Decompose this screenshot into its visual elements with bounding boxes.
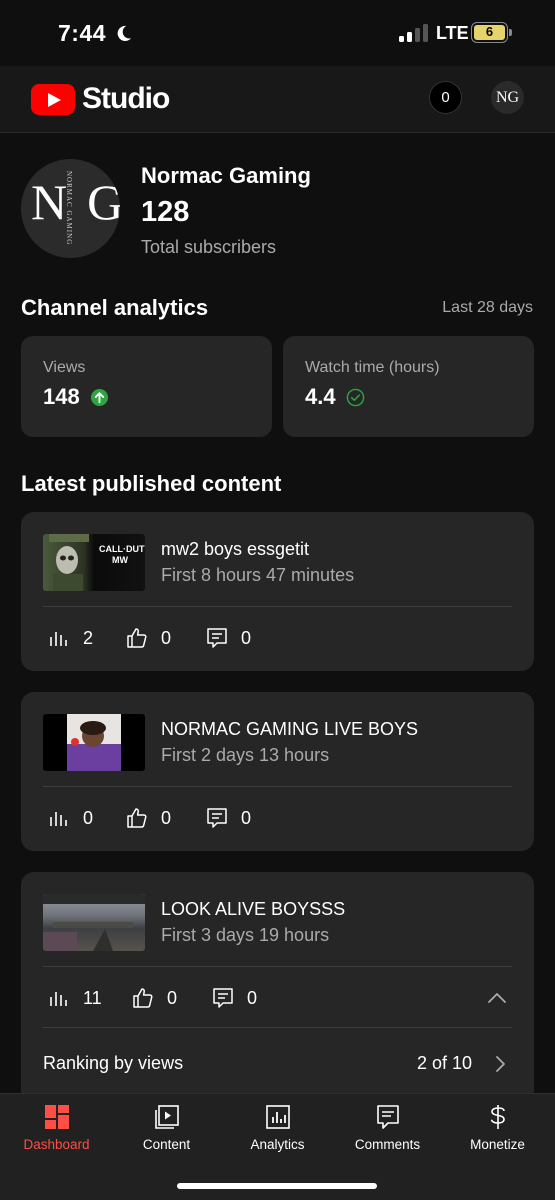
comments-count: 0 [247,987,258,1008]
app-header: Studio 0 NG [0,66,555,133]
app-name: Studio [82,82,170,115]
moon-icon [117,25,132,42]
dashboard-icon [44,1105,69,1129]
chevron-up-icon[interactable] [486,990,508,1006]
nav-analytics[interactable]: Analytics [222,1104,333,1152]
nav-label: Content [142,1137,191,1152]
comment-icon [207,628,227,648]
person-thumbnail-icon [67,714,121,771]
video-subtitle: First 2 days 13 hours [161,745,330,765]
watch-time-label: Watch time (hours) [305,359,440,376]
video-thumbnail[interactable] [43,714,145,771]
comments-count: 0 [241,807,252,828]
video-title: LOOK ALIVE BOYSSS [161,899,346,919]
likes-metric: 0 [125,806,171,830]
likes-count: 0 [167,987,178,1008]
views-count: 0 [83,807,94,828]
check-circle-icon [346,388,364,406]
gameplay-thumbnail-icon [43,894,145,951]
nav-label: Dashboard [23,1137,90,1152]
comments-icon [376,1105,399,1129]
comments-count: 0 [241,627,252,648]
channel-avatar: NG NORMAC GAMING [21,159,120,258]
likes-count: 0 [161,627,172,648]
studio-logo[interactable]: Studio [31,82,170,116]
likes-metric: 0 [131,986,177,1010]
analytics-title: Channel analytics [21,295,209,320]
bar-chart-icon [50,812,67,826]
status-time: 7:44 [58,20,107,46]
avatar-monogram: NG [31,174,120,230]
likes-count: 0 [161,807,172,828]
comment-icon [213,988,233,1008]
chevron-right-icon[interactable] [493,1054,507,1074]
video-thumbnail[interactable] [43,894,145,951]
signal-icon [399,24,428,42]
network-label: LTE [436,23,469,43]
watch-time-card[interactable]: Watch time (hours) 4.4 [283,336,534,437]
thumbs-up-icon [127,628,147,648]
bar-chart-icon [50,632,67,646]
battery-icon: 6 [471,22,508,43]
content-icon [154,1105,179,1129]
video-title: mw2 boys essgetit [161,539,310,559]
avatar-channel-text: NORMAC GAMING [65,171,73,246]
ranking-value: 2 of 10 [416,1053,472,1073]
thumbnail-game-text: CALL·DUTY MW [99,544,145,565]
views-card[interactable]: Views 148 [21,336,272,437]
likes-metric: 0 [125,626,171,650]
monetize-icon [490,1105,505,1129]
account-avatar[interactable]: NG [491,81,524,114]
views-count: 2 [83,627,94,648]
nav-label: Monetize [470,1137,525,1152]
video-title: NORMAC GAMING LIVE BOYS [161,719,419,739]
views-metric: 11 [47,986,102,1010]
views-metric: 2 [47,626,93,650]
comment-icon [207,808,227,828]
video-card[interactable]: LOOK ALIVE BOYSSS First 3 days 19 hours … [21,872,534,1112]
nav-label: Comments [354,1137,421,1152]
battery-level: 6 [474,25,505,40]
views-metric: 0 [47,806,93,830]
subscriber-count: 128 [141,196,190,228]
nav-label: Analytics [250,1137,305,1152]
content-title: Latest published content [21,471,282,496]
video-thumbnail[interactable]: CALL·DUTY MW [43,534,145,591]
status-bar: 7:44 LTE 6 [0,0,555,66]
youtube-logo-icon [31,83,75,115]
comments-metric: 0 [205,806,251,830]
views-value: 148 [43,384,80,409]
video-card[interactable]: NORMAC GAMING LIVE BOYS First 2 days 13 … [21,692,534,851]
subscriber-label: Total subscribers [141,237,277,257]
home-indicator[interactable] [177,1183,377,1189]
thumbs-up-icon [133,988,153,1008]
thumbs-up-icon [127,808,147,828]
bar-chart-icon [50,992,67,1006]
trend-up-icon [90,388,108,406]
channel-name: Normac Gaming [141,163,311,188]
ranking-label: Ranking by views [43,1053,184,1073]
video-subtitle: First 8 hours 47 minutes [161,565,355,585]
video-subtitle: First 3 days 19 hours [161,925,330,945]
notification-count-button[interactable]: 0 [429,81,462,114]
watch-time-value: 4.4 [305,384,336,409]
nav-comments[interactable]: Comments [332,1104,443,1152]
views-label: Views [43,359,86,376]
comments-metric: 0 [205,626,251,650]
video-card[interactable]: CALL·DUTY MW mw2 boys essgetit First 8 h… [21,512,534,671]
nav-monetize[interactable]: Monetize [442,1104,553,1152]
nav-content[interactable]: Content [111,1104,222,1152]
analytics-period: Last 28 days [442,299,533,316]
analytics-icon [265,1105,290,1129]
comments-metric: 0 [211,986,257,1010]
views-count: 11 [83,987,102,1008]
nav-dashboard[interactable]: Dashboard [1,1104,112,1152]
